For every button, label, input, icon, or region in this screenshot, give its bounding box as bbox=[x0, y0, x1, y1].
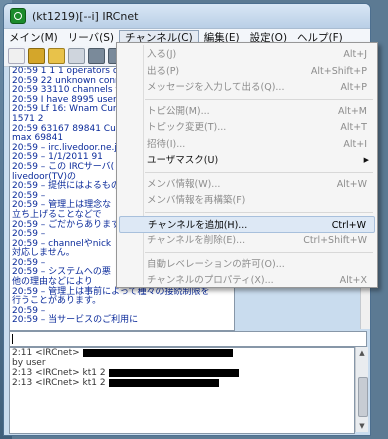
menu-item-label: メッセージを入力して出る(Q)... bbox=[147, 82, 285, 93]
menu-main[interactable]: メイン(M) bbox=[4, 30, 63, 46]
channel-menu-item[interactable]: メンバ情報を再構築(F) bbox=[119, 192, 375, 209]
channel-menu-item[interactable]: 出る(P) Alt+Shift+P bbox=[119, 63, 375, 80]
menu-separator bbox=[145, 171, 373, 173]
menu-item-label: チャンネルのプロパティ(X)... bbox=[147, 275, 274, 286]
menu-item-label: チャンネルを削除(E)... bbox=[147, 235, 246, 246]
app-icon bbox=[10, 8, 26, 24]
text-caret bbox=[12, 334, 13, 344]
title-bar[interactable]: (kt1219)[--i] IRCnet bbox=[4, 4, 370, 28]
channel-menu-item[interactable]: 招待(I)... Alt+I bbox=[119, 136, 375, 153]
chat-line: by user bbox=[10, 358, 354, 368]
disconnect-icon[interactable] bbox=[88, 48, 105, 64]
menu-item-shortcut: Ctrl+Shift+W bbox=[303, 235, 367, 246]
menu-item-label: ユーザマスク(U) bbox=[147, 155, 219, 166]
channel-log[interactable]: 2:11 <IRCnet> by user 2:13 <IRCnet> kt1 22… bbox=[9, 347, 355, 434]
chat-line: 2:13 <IRCnet> kt1 2 bbox=[10, 368, 354, 378]
menu-item-shortcut: Alt+J bbox=[343, 49, 367, 60]
menu-item-shortcut: Alt+T bbox=[340, 122, 367, 133]
new-icon[interactable] bbox=[8, 48, 25, 64]
menu-item-shortcut: Alt+X bbox=[339, 275, 367, 286]
chat-line: 2:13 <IRCnet> kt1 2 bbox=[10, 378, 354, 388]
menu-item-shortcut: Alt+Shift+P bbox=[310, 65, 367, 77]
chat-line-text: 2:11 <IRCnet> bbox=[12, 348, 80, 358]
chat-line-text: 2:13 <IRCnet> kt1 2 bbox=[12, 368, 106, 378]
channel-menu-item[interactable]: ユーザマスク(U) ▶ bbox=[119, 152, 375, 169]
window-icon[interactable] bbox=[68, 48, 85, 64]
menu-item-label: トピ公開(M)... bbox=[147, 105, 210, 117]
menu-item-label: チャンネルを追加(H)... bbox=[148, 219, 248, 231]
menu-item-shortcut: Alt+W bbox=[336, 178, 367, 190]
channel-menu-item[interactable]: メッセージを入力して出る(Q)... Alt+P bbox=[119, 79, 375, 96]
channel-menu-item[interactable]: 入る(J) Alt+J bbox=[119, 46, 375, 63]
menu-item-shortcut: Alt+I bbox=[343, 138, 367, 150]
redaction-bar bbox=[108, 378, 219, 387]
menu-item-label: トピック変更(T)... bbox=[147, 122, 227, 133]
menu-item-label: 入る(J) bbox=[147, 49, 177, 60]
connect-icon[interactable] bbox=[28, 48, 45, 64]
menu-separator bbox=[145, 251, 373, 253]
channel-menu-item[interactable]: チャンネルのプロパティ(X)... Alt+X bbox=[119, 272, 375, 289]
channel-log-scrollbar[interactable]: ▲ ▼ bbox=[355, 347, 368, 432]
menu-separator bbox=[145, 98, 373, 100]
channel-menu-item[interactable]: トピック変更(T)... Alt+T bbox=[119, 119, 375, 136]
menu-item-shortcut: Alt+M bbox=[337, 105, 367, 117]
redaction-bar bbox=[82, 348, 233, 357]
channel-menu-item[interactable]: メンバ情報(W)... Alt+W bbox=[119, 176, 375, 193]
message-input[interactable] bbox=[9, 331, 367, 347]
scroll-thumb[interactable] bbox=[358, 377, 368, 417]
scroll-down-icon[interactable]: ▼ bbox=[356, 420, 368, 432]
menu-item-label: 自動レベレーションの許可(O)... bbox=[147, 258, 285, 270]
channel-menu-item[interactable]: チャンネルを削除(E)... Ctrl+Shift+W bbox=[119, 232, 375, 249]
menu-item-label: 招待(I)... bbox=[147, 138, 186, 150]
menu-separator bbox=[145, 211, 373, 213]
scroll-up-icon[interactable]: ▲ bbox=[356, 347, 368, 359]
chat-line: 2:11 <IRCnet> bbox=[10, 348, 354, 358]
menu-item-label: メンバ情報(W)... bbox=[147, 178, 221, 190]
redaction-bar bbox=[108, 368, 239, 377]
chat-line-text: 2:13 <IRCnet> kt1 2 bbox=[12, 378, 106, 388]
menu-item-shortcut: Ctrl+W bbox=[331, 219, 366, 231]
channel-menu-item[interactable]: トピ公開(M)... Alt+M bbox=[119, 103, 375, 120]
menu-item-label: メンバ情報を再構築(F) bbox=[147, 195, 246, 206]
menu-server[interactable]: リーバ(S) bbox=[63, 30, 119, 46]
channel-menu-item[interactable]: 自動レベレーションの許可(O)... bbox=[119, 256, 375, 273]
folder-icon[interactable] bbox=[48, 48, 65, 64]
channel-menu-item[interactable]: チャンネルを追加(H)... Ctrl+W bbox=[119, 215, 375, 233]
window-title: (kt1219)[--i] IRCnet bbox=[32, 9, 139, 23]
submenu-arrow-icon: ▶ bbox=[363, 156, 369, 164]
chat-line-text: by user bbox=[12, 358, 46, 368]
menu-item-shortcut: Alt+P bbox=[340, 82, 367, 93]
channel-menu-dropdown: 入る(J) Alt+J 出る(P) Alt+Shift+P メッセージを入力して出る(Q… bbox=[116, 42, 378, 288]
menu-item-label: 出る(P) bbox=[147, 65, 180, 77]
log-line: 20:59 – 当サービスのご利用に bbox=[12, 315, 139, 326]
